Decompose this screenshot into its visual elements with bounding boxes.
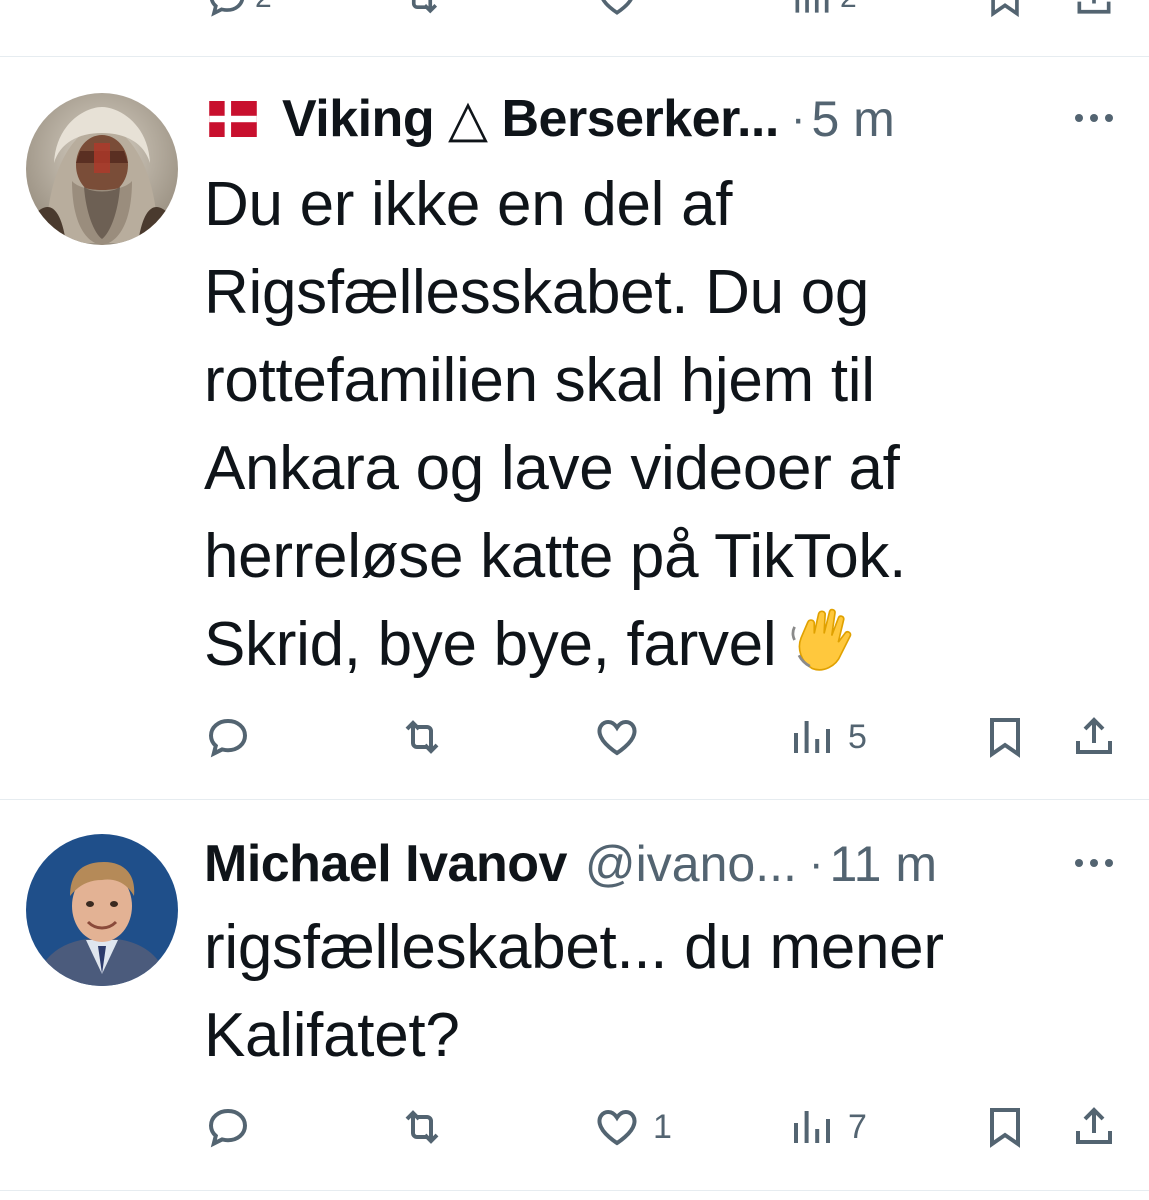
share-icon [1077,0,1111,14]
tweet[interactable]: Viking △ Berserker... · 5 m Du er ikke e… [0,57,1149,800]
tweet[interactable]: Michael Ivanov @ivano... · 11 m rigsfæll… [0,800,1149,1191]
views-icon [795,0,829,13]
share-icon [1076,717,1112,754]
like-count: 1 [653,1107,672,1146]
share-button[interactable] [1070,707,1118,767]
previous-tweet-action-bar: 2 2 [0,0,1149,57]
tweet-text-content: Du er ikke en del af Rigsfællesskabet. D… [204,170,907,679]
views-count: 2 [840,0,857,15]
bookmark-button[interactable] [983,0,1027,18]
heart-icon [601,0,633,15]
separator-dot: · [808,839,824,888]
views-count: 7 [848,1107,867,1146]
display-name[interactable]: Michael Ivanov [204,834,567,894]
tweet-action-bar: 5 [0,707,1149,767]
more-options-button[interactable] [1069,848,1119,878]
retweet-button[interactable] [398,707,458,767]
avatar[interactable] [26,93,178,245]
views-button[interactable]: 7 [788,1097,867,1157]
retweet-icon [405,720,439,754]
bookmark-icon [991,0,1019,18]
separator-dot: · [790,94,806,143]
heart-icon [597,719,637,756]
like-button[interactable]: 1 [593,1097,672,1157]
reply-button[interactable]: 2 [205,0,272,18]
share-button[interactable] [1070,1097,1118,1157]
retweet-button[interactable] [398,1097,458,1157]
reply-icon [208,718,248,758]
tweet-text: rigsfælleskabet... du mener Kalifatet? [204,913,944,1070]
share-icon [1076,1107,1112,1144]
timestamp[interactable]: 11 m [830,835,937,893]
like-button[interactable] [593,707,653,767]
bookmark-icon [990,718,1020,758]
tweet-header: Michael Ivanov @ivano... · 11 m [204,834,1149,894]
views-button[interactable]: 5 [788,707,867,767]
avatar[interactable] [26,834,178,986]
viking-avatar-image [26,93,178,245]
reply-button[interactable] [204,1097,264,1157]
display-name[interactable]: Viking △ Berserker... [282,89,779,149]
share-button[interactable] [1072,0,1116,18]
tweet-action-bar: 1 7 [0,1097,1149,1157]
tweet-header: Viking △ Berserker... · 5 m [204,89,1149,149]
bookmark-button[interactable] [981,1097,1029,1157]
reply-button[interactable] [204,707,264,767]
views-icon [794,721,830,753]
like-button[interactable] [595,0,639,18]
more-dots-icon [1075,859,1113,867]
views-button[interactable]: 2 [790,0,857,18]
waving-hand-emoji-icon [788,605,858,675]
retweet-icon [405,1110,439,1144]
reply-icon [208,1108,248,1148]
more-options-button[interactable] [1069,103,1119,133]
heart-icon [597,1109,637,1146]
reply-icon [209,0,245,17]
timestamp[interactable]: 5 m [811,90,894,148]
views-icon [794,1111,830,1143]
tweet-text: Du er ikke en del af Rigsfællesskabet. D… [204,161,1114,689]
user-handle[interactable]: @ivano... [585,835,797,893]
denmark-flag-icon [204,101,262,137]
michael-ivanov-avatar-image [26,834,178,986]
more-dots-icon [1075,114,1113,122]
bookmark-icon [990,1108,1020,1148]
views-count: 5 [848,717,867,756]
bookmark-button[interactable] [981,707,1029,767]
retweet-icon [411,0,438,14]
reply-count: 2 [255,0,272,15]
retweet-button[interactable] [400,0,444,18]
